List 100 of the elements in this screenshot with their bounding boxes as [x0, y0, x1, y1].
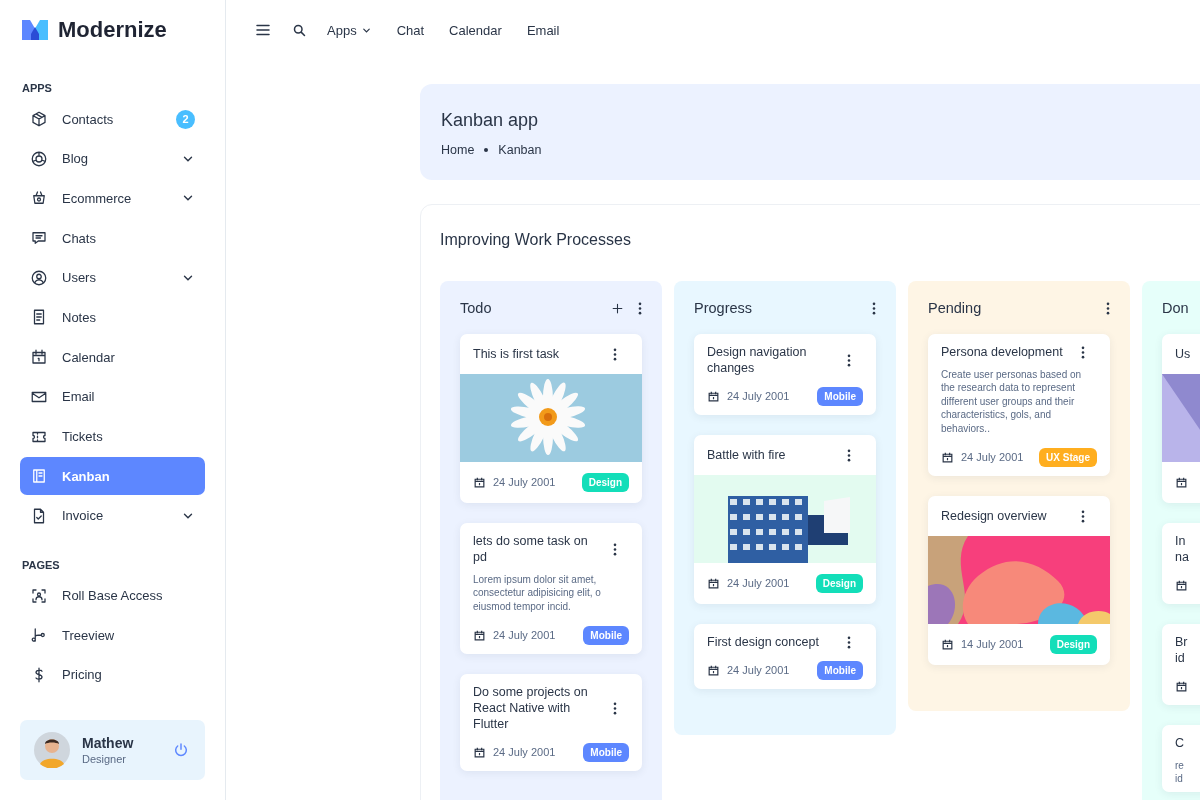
task-title: lets do some task on pd	[473, 533, 589, 565]
more-icon[interactable]	[872, 301, 876, 315]
sidebar-item[interactable]: Invoice	[20, 496, 205, 535]
sidebar-item[interactable]: Email	[20, 377, 205, 416]
section-heading: APPS	[22, 82, 53, 94]
task-card[interactable]: Persona development Create user personas based on the research data to represent different user groups and their characteristics, gols, and behaviors.. 24 July 2001 UX Stage	[928, 334, 1110, 477]
task-card[interactable]: Battle with fire 24 July 2001 Design	[694, 435, 876, 604]
power-icon[interactable]	[173, 742, 189, 758]
due-date: 24 July 2001	[493, 476, 557, 488]
task-title: First design concept	[707, 634, 820, 650]
category-tag: Mobile	[817, 386, 863, 406]
due-date: 24 July 2001	[727, 577, 791, 589]
board-title: Improving Work Processes	[440, 231, 632, 249]
logo-icon	[20, 18, 50, 42]
task-card[interactable]: Design navigation changes 24 July 2001 Mobile	[694, 334, 876, 415]
calendar-icon	[707, 576, 720, 590]
breadcrumb-link[interactable]: Home	[441, 143, 475, 157]
sidebar-item[interactable]: Contacts 2	[20, 100, 205, 138]
more-icon[interactable]	[1106, 301, 1110, 315]
section-heading: PAGES	[22, 558, 61, 571]
calendar-icon	[941, 637, 954, 651]
sidebar-item[interactable]: Tickets	[20, 417, 205, 456]
task-card[interactable]: This is first task 24 July 2001 Design	[460, 334, 642, 503]
task-card[interactable]: Redesign overview 14 July 2001 Design	[928, 496, 1110, 666]
nav-link[interactable]: Calendar	[449, 22, 502, 38]
more-icon[interactable]	[847, 353, 851, 367]
due-date: 24 July 2001	[727, 390, 791, 402]
column-title: Don	[1162, 300, 1190, 316]
sidebar-item[interactable]: Pricing	[20, 655, 205, 694]
due-date: 24 July 2001	[493, 629, 557, 642]
sidebar-item[interactable]: Roll Base Access	[20, 576, 205, 615]
task-card[interactable]: Do some projects on React Native with Flutter 24 July 2001 Mobile	[460, 674, 642, 772]
calendar-icon	[707, 389, 720, 403]
separator-dot	[484, 148, 489, 152]
scan-icon	[30, 586, 48, 605]
more-icon[interactable]	[613, 701, 617, 715]
user-name: Mathew	[82, 735, 135, 751]
sidebar-item[interactable]: Users	[20, 258, 205, 297]
user-icon	[30, 268, 48, 287]
task-description: Lorem ipsum dolor sit amet, consectetur adipisicing elit, o eiusmod tempor incid.	[473, 573, 602, 614]
more-icon[interactable]	[847, 635, 851, 649]
calendar-icon	[473, 628, 486, 642]
calendar-icon	[1175, 679, 1188, 693]
nav-link[interactable]: Apps	[327, 22, 372, 38]
more-icon[interactable]	[613, 347, 617, 361]
task-card[interactable]: Br id	[1162, 624, 1200, 705]
task-title: Design navigation changes	[707, 344, 808, 376]
branch-icon	[30, 626, 48, 645]
calendar-icon	[941, 450, 954, 464]
sidebar-item[interactable]: Ecommerce	[20, 179, 205, 218]
calendar-icon	[1175, 475, 1188, 489]
task-card[interactable]: In na	[1162, 523, 1200, 604]
sidebar-item[interactable]: Treeview	[20, 616, 205, 655]
task-card[interactable]: Us	[1162, 334, 1200, 503]
brand-name: Modernize	[58, 17, 167, 43]
task-description: re id	[1175, 759, 1185, 786]
category-tag: UX Stage	[1039, 447, 1097, 467]
box-icon	[30, 110, 48, 128]
plus-icon[interactable]	[611, 301, 624, 315]
task-title: Persona development	[941, 344, 1064, 360]
more-icon[interactable]	[1081, 345, 1085, 359]
task-card[interactable]: C re id	[1162, 725, 1200, 792]
avatar	[34, 732, 70, 768]
due-date: 24 July 2001	[493, 746, 557, 759]
task-title: Do some projects on React Native with Flutter	[473, 684, 589, 733]
nav-link[interactable]: Email	[526, 22, 560, 38]
search-icon[interactable]	[292, 22, 307, 38]
sidebar-item[interactable]: Calendar	[20, 338, 205, 377]
task-card[interactable]: First design concept 24 July 2001 Mobile	[694, 624, 876, 689]
sidebar-item[interactable]: Notes	[20, 298, 205, 337]
more-icon[interactable]	[1081, 509, 1085, 523]
user-role: Designer	[82, 753, 128, 765]
more-icon[interactable]	[847, 448, 851, 462]
nav-link[interactable]: Chat	[396, 22, 425, 38]
task-title: This is first task	[473, 346, 561, 362]
sidebar-item[interactable]: Chats	[20, 219, 205, 258]
more-icon[interactable]	[613, 542, 617, 556]
column-title: Pending	[928, 300, 983, 316]
task-title: Redesign overview	[941, 508, 1048, 525]
breadcrumb-current: Kanban	[498, 143, 542, 157]
calendar-icon	[473, 475, 486, 489]
sidebar-item[interactable]: Blog	[20, 139, 205, 178]
column-title: Todo	[460, 300, 493, 316]
more-icon[interactable]	[638, 301, 642, 315]
calendar-icon	[30, 348, 48, 367]
task-title: Battle with fire	[707, 447, 787, 463]
category-tag: Mobile	[583, 625, 629, 645]
task-title: In na	[1175, 533, 1190, 565]
column-title: Progress	[694, 300, 754, 316]
target-icon	[30, 149, 48, 168]
task-title: Us	[1175, 346, 1192, 362]
category-tag: Design	[815, 573, 863, 593]
calendar-icon	[707, 663, 720, 677]
task-card[interactable]: lets do some task on pd Lorem ipsum dolor sit amet, consectetur adipisicing elit, o eiusmod tempor incid. 24 July 2001 Mobile	[460, 523, 642, 655]
count-badge: 2	[176, 109, 195, 129]
due-date: 24 July 2001	[961, 451, 1025, 464]
page-title: Kanban app	[441, 110, 540, 131]
calendar-icon	[1175, 578, 1188, 592]
category-tag: Mobile	[817, 660, 863, 680]
task-description: Create user personas based on the research data to represent different user groups and their characteristics, gols, and behaviors..	[941, 368, 1083, 436]
